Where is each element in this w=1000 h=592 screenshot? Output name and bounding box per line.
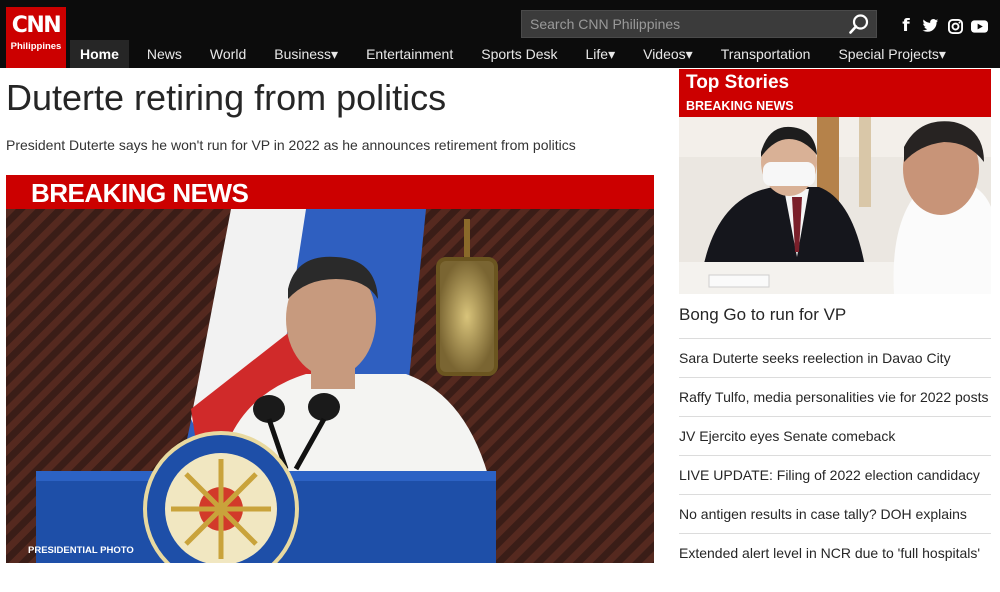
photo-credit: PRESIDENTIAL PHOTO — [28, 545, 134, 556]
list-item[interactable]: LIVE UPDATE: Filing of 2022 election can… — [679, 455, 991, 494]
breaking-news-label: BREAKING NEWS — [31, 178, 249, 208]
list-item[interactable]: Extended alert level in NCR due to 'full… — [679, 533, 991, 572]
list-item[interactable]: Sara Duterte seeks reelection in Davao C… — [679, 338, 991, 377]
hero-photo[interactable] — [6, 209, 654, 563]
list-item[interactable]: JV Ejercito eyes Senate comeback — [679, 416, 991, 455]
nav-home[interactable]: Home — [70, 40, 129, 68]
main-headline[interactable]: Duterte retiring from politics — [6, 77, 446, 119]
twitter-icon[interactable] — [920, 16, 940, 36]
top-stories-header: Top Stories BREAKING NEWS — [679, 69, 991, 117]
list-item[interactable]: Raffy Tulfo, media personalities vie for… — [679, 377, 991, 416]
logo-wordmark: CNN — [11, 13, 62, 38]
nav-business[interactable]: Business▾ — [264, 40, 348, 68]
cnn-philippines-logo[interactable]: CNN Philippines — [6, 7, 66, 68]
nav-entertainment[interactable]: Entertainment — [356, 40, 463, 68]
breaking-news-bar: BREAKING NEWS — [6, 175, 654, 209]
list-item[interactable]: No antigen results in case tally? DOH ex… — [679, 494, 991, 533]
search-box — [521, 10, 877, 38]
top-stories-list: Sara Duterte seeks reelection in Davao C… — [679, 338, 991, 572]
top-story-photo[interactable] — [679, 117, 991, 294]
nav-videos[interactable]: Videos▾ — [633, 40, 703, 68]
main-subheadline: President Duterte says he won't run for … — [6, 137, 576, 153]
main-navigation: Home News World Business▾ Entertainment … — [70, 40, 964, 68]
nav-news[interactable]: News — [137, 40, 192, 68]
search-input[interactable] — [522, 11, 842, 37]
top-story-lead[interactable]: Bong Go to run for VP — [679, 305, 846, 325]
logo-subtitle: Philippines — [10, 41, 62, 52]
youtube-icon[interactable] — [969, 16, 989, 36]
nav-world[interactable]: World — [200, 40, 256, 68]
instagram-icon[interactable] — [945, 16, 965, 36]
nav-transportation[interactable]: Transportation — [711, 40, 821, 68]
facebook-icon[interactable]: f — [896, 16, 916, 36]
search-icon[interactable] — [848, 13, 870, 35]
hero-story[interactable]: BREAKING NEWS PRESIDENTIAL PHOTO — [6, 175, 654, 563]
top-stories-breaking-label: BREAKING NEWS — [686, 99, 794, 113]
nav-special-projects[interactable]: Special Projects▾ — [828, 40, 955, 68]
site-header: CNN Philippines f Home News World Busine… — [0, 0, 1000, 68]
nav-sports-desk[interactable]: Sports Desk — [471, 40, 567, 68]
top-stories-title: Top Stories — [686, 72, 790, 93]
nav-life[interactable]: Life▾ — [576, 40, 626, 68]
